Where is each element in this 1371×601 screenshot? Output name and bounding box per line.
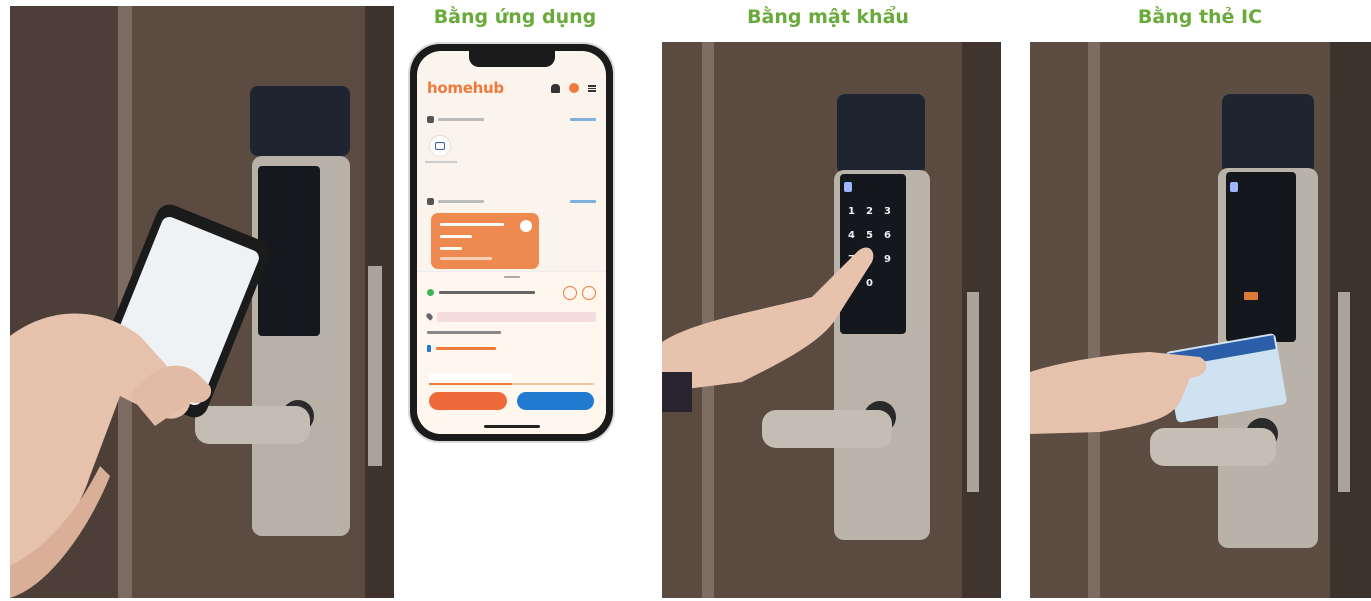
- card-line: [440, 247, 462, 250]
- keypad-digit[interactable]: 0: [866, 278, 873, 289]
- home-indicator: [483, 425, 540, 428]
- location-pin-icon: [425, 312, 434, 321]
- product-showcase: Bằng ứng dụng Bằng mật khẩu Bằng thẻ IC: [0, 0, 1371, 601]
- home-icon: [427, 115, 434, 123]
- sheet-handle[interactable]: [503, 276, 520, 278]
- app-header: homehub: [427, 79, 596, 97]
- user-icon[interactable]: [563, 285, 577, 300]
- door-lock-photo-2: 1 2 3 4 5 6 7 8 9 0: [662, 42, 1001, 598]
- lock-button[interactable]: [429, 392, 507, 410]
- keypad-digit[interactable]: 6: [884, 230, 891, 241]
- card-line: [440, 257, 492, 260]
- action-buttons: [429, 392, 594, 410]
- keypad-digit[interactable]: 9: [884, 254, 891, 265]
- address-field: [437, 311, 596, 322]
- address-row: [425, 311, 596, 322]
- homehub-logo: homehub: [427, 79, 504, 97]
- photo-keypad-unlock: 1 2 3 4 5 6 7 8 9 0: [662, 42, 1001, 598]
- app-screen: homehub: [417, 51, 606, 434]
- key-icon: [427, 197, 434, 205]
- door-lock-photo-3: [1030, 42, 1371, 598]
- lock-name-line: [439, 291, 535, 294]
- lock-device-card[interactable]: [431, 213, 539, 269]
- keypad-digit[interactable]: 4: [848, 230, 855, 241]
- lock-status-row: [427, 285, 596, 300]
- card-badge-icon: [520, 220, 532, 232]
- unlock-button[interactable]: [516, 392, 594, 410]
- service-caption: [425, 161, 457, 163]
- profile-icon[interactable]: [569, 83, 579, 93]
- photo-ic-card-unlock: [1030, 42, 1371, 598]
- door-lock-photo-1: [10, 6, 394, 598]
- door-icon: [427, 345, 431, 352]
- caption-app: Bằng ứng dụng: [433, 6, 597, 28]
- see-all-link[interactable]: [570, 117, 596, 121]
- keypad-digit[interactable]: 2: [866, 206, 873, 217]
- date-line: [427, 331, 501, 334]
- keypad-digit[interactable]: 1: [848, 206, 855, 217]
- door-state-row: [427, 344, 596, 353]
- photo-phone-unlock: [10, 6, 394, 598]
- settings-icon[interactable]: [582, 285, 596, 300]
- caption-ic-card: Bằng thẻ IC: [1137, 6, 1263, 28]
- status-dot-icon: [427, 289, 434, 296]
- date-row: [427, 328, 596, 337]
- section-devices: [427, 197, 596, 205]
- service-cab[interactable]: [429, 135, 451, 157]
- card-line: [440, 235, 472, 238]
- section-services: [427, 115, 596, 123]
- see-all-link[interactable]: [570, 199, 596, 203]
- tab-normal[interactable]: [429, 373, 512, 385]
- keypad-digit[interactable]: 3: [884, 206, 891, 217]
- bell-icon[interactable]: [551, 83, 560, 93]
- cab-icon: [435, 142, 445, 150]
- card-line: [440, 223, 504, 226]
- mode-tabs: [429, 373, 594, 385]
- menu-icon[interactable]: [588, 84, 596, 92]
- door-state-line: [436, 347, 496, 350]
- section-label: [438, 117, 484, 121]
- caption-password: Bằng mật khẩu: [747, 6, 909, 28]
- keypad-digit[interactable]: 5: [866, 230, 873, 241]
- phone-notch: [468, 51, 555, 67]
- tab-remote[interactable]: [511, 373, 594, 385]
- app-phone-mockup: homehub: [410, 44, 613, 441]
- section-label: [438, 199, 484, 203]
